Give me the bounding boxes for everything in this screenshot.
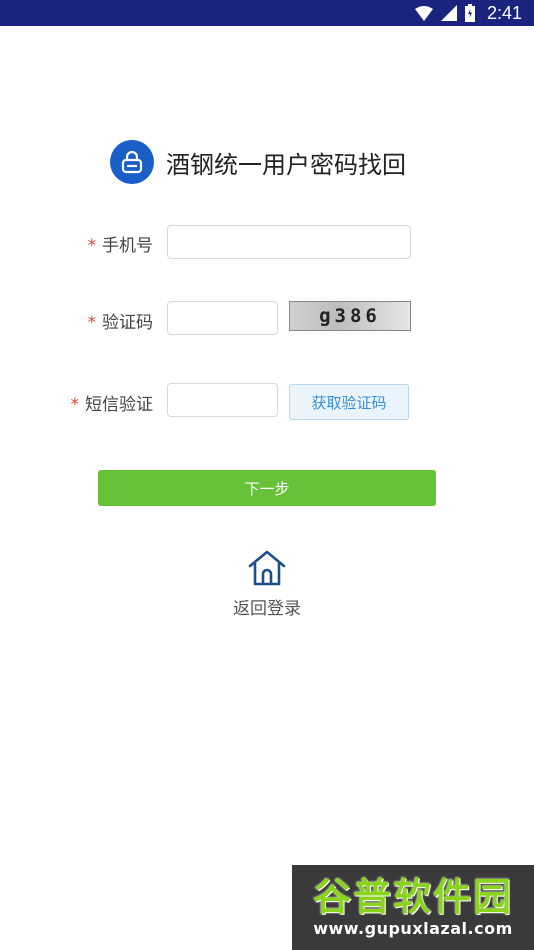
battery-icon [464, 4, 475, 22]
sms-code-input[interactable] [167, 383, 278, 417]
get-sms-code-button[interactable]: 获取验证码 [289, 384, 409, 420]
status-bar: 2:41 [0, 0, 534, 26]
sms-label: * 短信验证 [40, 390, 154, 415]
captcha-image[interactable]: g386 [289, 301, 411, 331]
wifi-icon [414, 5, 433, 21]
status-time: 2:41 [486, 2, 522, 23]
lock-icon [110, 140, 154, 184]
watermark: 谷普软件园 www.gupuxlazal.com [292, 865, 534, 950]
phone-label-text: 手机号 [102, 236, 153, 256]
next-step-button[interactable]: 下一步 [98, 470, 436, 506]
required-mark: * [87, 313, 97, 333]
back-to-login-link[interactable]: 返回登录 [0, 594, 534, 619]
phone-label: * 手机号 [60, 231, 154, 256]
watermark-url: www.gupuxlazal.com [313, 918, 513, 938]
captcha-label: * 验证码 [60, 308, 154, 333]
sms-label-text: 短信验证 [85, 395, 153, 415]
cell-signal-icon [440, 5, 457, 21]
page-header: 酒钢统一用户密码找回 [110, 140, 406, 184]
captcha-input[interactable] [167, 301, 278, 335]
captcha-label-text: 验证码 [102, 313, 153, 333]
phone-input[interactable] [167, 225, 411, 259]
page-title: 酒钢统一用户密码找回 [166, 150, 406, 179]
required-mark: * [70, 395, 80, 415]
watermark-title: 谷普软件园 [312, 874, 513, 919]
required-mark: * [87, 236, 97, 256]
home-icon[interactable] [247, 548, 287, 588]
